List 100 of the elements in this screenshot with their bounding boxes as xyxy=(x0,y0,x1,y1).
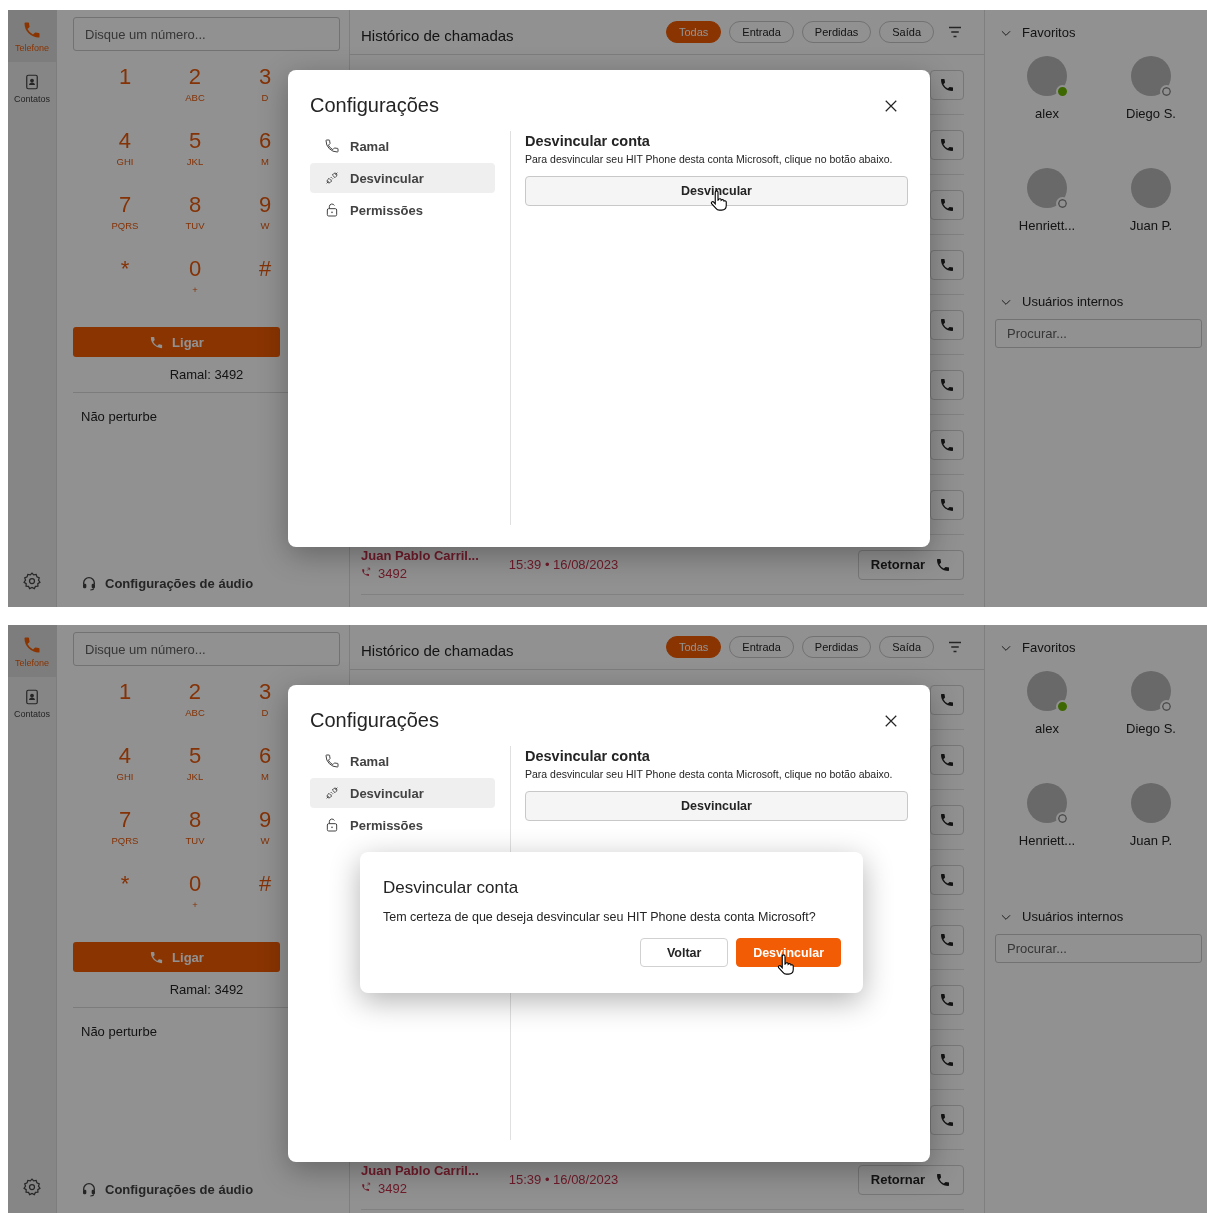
dial-key[interactable]: # xyxy=(258,257,272,281)
call-button[interactable] xyxy=(930,804,964,835)
settings-nav-item[interactable]: Desvincular xyxy=(310,163,495,193)
section-header[interactable]: Favoritos xyxy=(995,640,1076,655)
favorite-contact[interactable]: Juan P. xyxy=(1129,783,1173,848)
call-button[interactable] xyxy=(930,189,964,220)
filter-chip[interactable]: Saída xyxy=(879,636,934,658)
presence-badge xyxy=(1160,85,1173,98)
dial-key[interactable]: 5 JKL xyxy=(186,744,204,783)
dial-key[interactable]: 0 + xyxy=(188,257,202,296)
settings-nav-item[interactable]: Permissões xyxy=(310,810,495,840)
dial-key[interactable]: 2 ABC xyxy=(185,680,205,719)
dial-key[interactable]: 1 xyxy=(118,680,132,704)
filter-chip[interactable]: Entrada xyxy=(729,21,794,43)
search-field[interactable]: Procurar... xyxy=(995,934,1202,963)
dial-key[interactable]: 5 JKL xyxy=(186,129,204,168)
phone-icon xyxy=(324,138,340,154)
call-button[interactable] xyxy=(930,129,964,160)
favorite-contact[interactable]: alex xyxy=(1027,56,1067,121)
call-button[interactable]: Ligar xyxy=(73,327,280,357)
filter-chip[interactable]: Saída xyxy=(879,21,934,43)
favorite-contact[interactable]: Diego S. xyxy=(1126,671,1176,736)
dial-key[interactable]: 9 W xyxy=(258,808,272,847)
caller-number: 3492 xyxy=(378,566,407,581)
dial-key[interactable]: 6 M xyxy=(258,744,272,783)
avatar-photo xyxy=(1027,671,1067,711)
dial-key[interactable]: 6 M xyxy=(258,129,272,168)
call-button[interactable] xyxy=(930,1044,964,1075)
call-button[interactable] xyxy=(930,249,964,280)
settings-icon[interactable] xyxy=(22,571,42,591)
dial-key[interactable]: * xyxy=(120,257,130,281)
call-button[interactable] xyxy=(930,924,964,955)
call-button[interactable] xyxy=(930,1104,964,1135)
dial-key[interactable]: 8 TUV xyxy=(185,808,205,847)
dial-key[interactable]: 3 D xyxy=(258,65,272,104)
favorite-contact[interactable]: Diego S. xyxy=(1126,56,1176,121)
dial-key[interactable]: 4 GHI xyxy=(116,744,134,783)
unlink-button[interactable]: Desvincular xyxy=(525,176,908,206)
settings-nav-item[interactable]: Desvincular xyxy=(310,778,495,808)
dial-key[interactable]: * xyxy=(120,872,130,896)
section-title: Histórico de chamadas xyxy=(361,641,514,659)
section-header[interactable]: Favoritos xyxy=(995,25,1076,40)
do-not-disturb-label: Não perturbe xyxy=(81,409,157,424)
avatar-photo xyxy=(1131,671,1171,711)
call-button[interactable] xyxy=(930,744,964,775)
call-button[interactable] xyxy=(930,684,964,715)
settings-nav-item[interactable]: Ramal xyxy=(310,131,495,161)
dial-key[interactable]: 7 PQRS xyxy=(111,808,139,847)
filter-chip[interactable]: Perdidas xyxy=(801,21,872,43)
do-not-disturb-label: Não perturbe xyxy=(81,1024,157,1039)
dial-key[interactable]: 4 GHI xyxy=(116,129,134,168)
dial-key[interactable]: 3 D xyxy=(258,680,272,719)
call-button[interactable] xyxy=(930,309,964,340)
return-call-button[interactable]: Retornar xyxy=(857,549,964,580)
filter-chip[interactable]: Todas xyxy=(665,636,722,658)
description-text: Para desvincular seu HIT Phone desta conta Microsoft, clique no botão abaixo. xyxy=(525,153,893,165)
call-button[interactable]: Ligar xyxy=(73,942,280,972)
favorite-contact[interactable]: alex xyxy=(1027,671,1067,736)
number-input-field[interactable]: Disque um número... xyxy=(73,17,340,51)
call-button[interactable] xyxy=(930,489,964,520)
phone-icon xyxy=(939,256,955,273)
padlock-icon xyxy=(324,202,340,218)
settings-nav-item[interactable]: Ramal xyxy=(310,746,495,776)
call-button[interactable] xyxy=(930,369,964,400)
nav-tab[interactable]: Contatos xyxy=(8,62,56,114)
phone-icon xyxy=(939,991,955,1008)
dial-key[interactable]: 1 xyxy=(118,65,132,89)
dial-key[interactable]: # xyxy=(258,872,272,896)
call-button[interactable] xyxy=(930,984,964,1015)
return-call-button[interactable]: Retornar xyxy=(857,1164,964,1195)
filter-chip[interactable]: Entrada xyxy=(729,636,794,658)
confirm-button[interactable]: Desvincular xyxy=(736,938,841,967)
back-button[interactable]: Voltar xyxy=(640,938,729,967)
favorite-contact[interactable]: Henriett... xyxy=(1018,783,1076,848)
number-input-field[interactable]: Disque um número... xyxy=(73,632,340,666)
call-button[interactable] xyxy=(930,864,964,895)
dial-key[interactable]: 7 PQRS xyxy=(111,193,139,232)
search-field[interactable]: Procurar... xyxy=(995,319,1202,348)
call-button[interactable] xyxy=(930,429,964,460)
filter-chip[interactable]: Perdidas xyxy=(801,636,872,658)
dial-key[interactable]: 0 + xyxy=(188,872,202,911)
section-header[interactable]: Usuários internos xyxy=(995,909,1124,924)
phone-icon xyxy=(939,136,955,153)
dial-key[interactable]: 9 W xyxy=(258,193,272,232)
dial-key[interactable]: 8 TUV xyxy=(185,193,205,232)
nav-tab[interactable]: Contatos xyxy=(8,677,56,729)
section-header[interactable]: Usuários internos xyxy=(995,294,1124,309)
favorite-contact[interactable]: Henriett... xyxy=(1018,168,1076,233)
dialog-title: Desvincular conta xyxy=(383,878,519,898)
filter-chip[interactable]: Todas xyxy=(665,21,722,43)
unlink-button[interactable]: Desvincular xyxy=(525,791,908,821)
dial-key[interactable]: 2 ABC xyxy=(185,65,205,104)
settings-nav-item[interactable]: Permissões xyxy=(310,195,495,225)
phone-icon xyxy=(939,931,955,948)
phone-icon xyxy=(939,691,955,708)
favorite-contact[interactable]: Juan P. xyxy=(1129,168,1173,233)
settings-icon[interactable] xyxy=(22,1177,42,1197)
audio-settings-button[interactable]: Configurações de áudio xyxy=(81,1181,254,1197)
call-button[interactable] xyxy=(930,69,964,100)
audio-settings-button[interactable]: Configurações de áudio xyxy=(81,575,254,591)
